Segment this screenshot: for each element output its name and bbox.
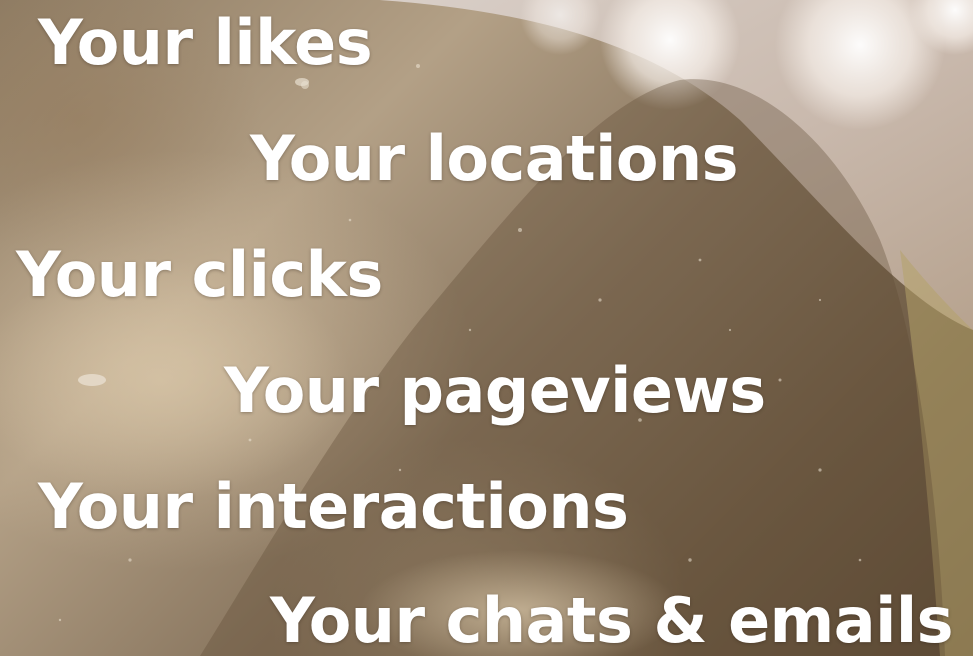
- phrase-interactions: Your interactions: [38, 470, 629, 543]
- phrase-likes: Your likes: [38, 6, 373, 79]
- phrase-pageviews: Your pageviews: [224, 354, 766, 427]
- phrase-clicks: Your clicks: [16, 238, 383, 311]
- background-photo: Your likes Your locations Your clicks Yo…: [0, 0, 973, 656]
- phrase-list: Your likes Your locations Your clicks Yo…: [0, 0, 973, 656]
- phrase-chats-emails: Your chats & emails: [270, 584, 954, 656]
- phrase-locations: Your locations: [250, 122, 739, 195]
